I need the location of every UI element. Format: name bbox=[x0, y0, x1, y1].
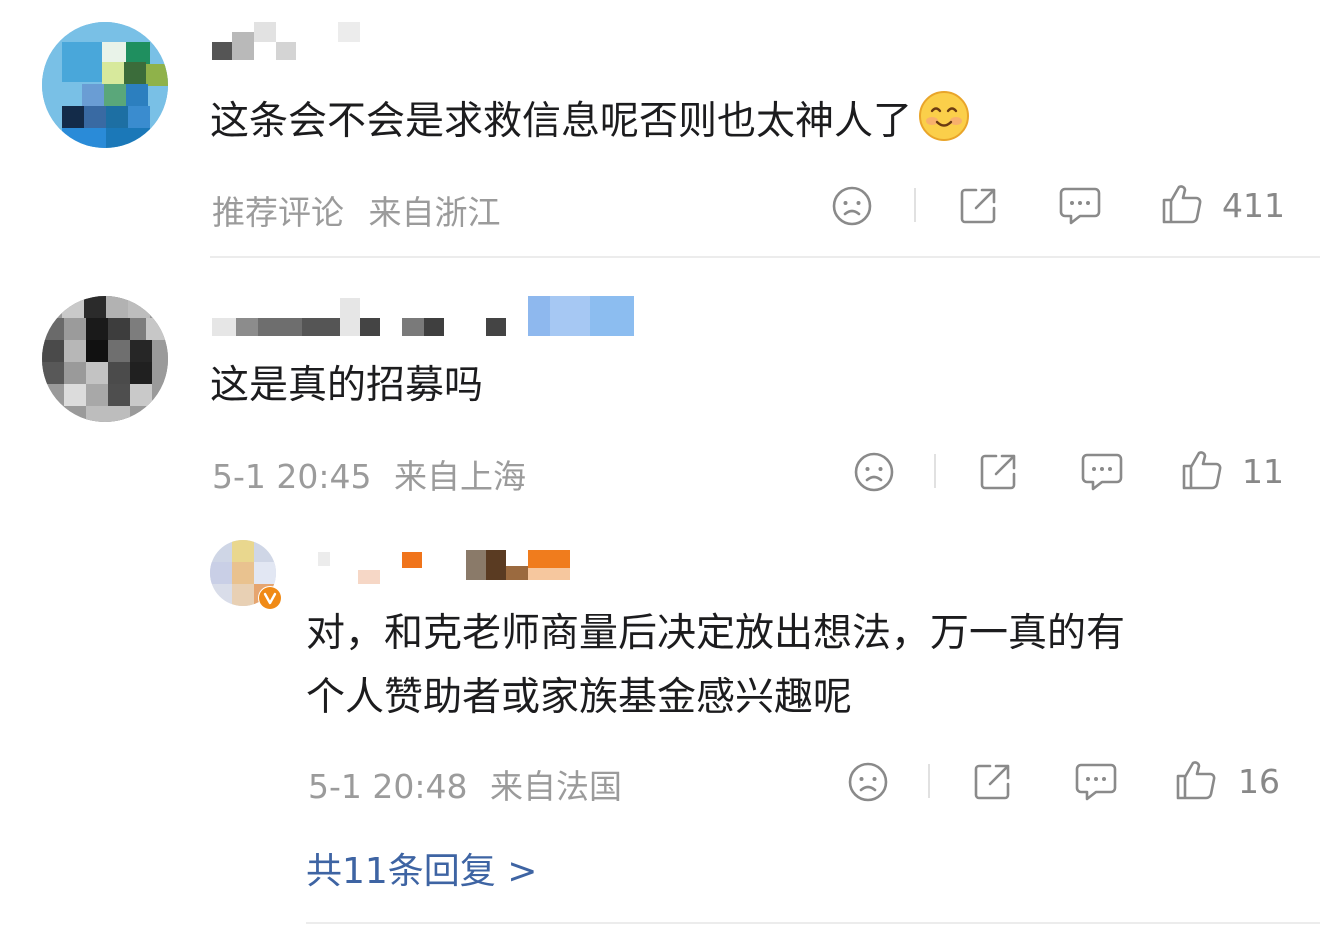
divider bbox=[306, 922, 1320, 924]
location: 来自上海 bbox=[394, 457, 526, 496]
like-icon[interactable] bbox=[1160, 182, 1204, 226]
like-count: 411 bbox=[1222, 186, 1285, 225]
comment-icon[interactable] bbox=[1080, 452, 1124, 492]
timestamp: 5-1 20:48 bbox=[308, 767, 468, 806]
share-icon[interactable] bbox=[956, 184, 1000, 228]
reply-text-line1: 对，和克老师商量后决定放出想法，万一真的有 bbox=[306, 611, 1126, 656]
reply-meta: 5-1 20:48 来自法国 bbox=[308, 760, 622, 808]
separator bbox=[928, 764, 930, 798]
share-icon[interactable] bbox=[970, 760, 1014, 804]
comment-icon[interactable] bbox=[1058, 186, 1102, 226]
recommended-tag: 推荐评论 bbox=[212, 193, 344, 232]
timestamp: 5-1 20:45 bbox=[212, 457, 372, 496]
view-all-replies-link[interactable]: 共11条回复 > bbox=[306, 842, 537, 894]
separator bbox=[934, 454, 936, 488]
like-icon[interactable] bbox=[1174, 758, 1218, 802]
comment-meta: 推荐评论 来自浙江 bbox=[212, 186, 501, 234]
reply-text-line2: 个人赞助者或家族基金感兴趣呢 bbox=[306, 675, 853, 720]
share-icon[interactable] bbox=[976, 450, 1020, 494]
separator bbox=[914, 188, 916, 222]
like-icon[interactable] bbox=[1180, 448, 1224, 492]
comment-text: 这条会不会是求救信息呢否则也太神人了 bbox=[210, 90, 970, 154]
comment-icon[interactable] bbox=[1074, 762, 1118, 802]
smile-emoji-icon bbox=[919, 91, 970, 141]
location: 来自法国 bbox=[490, 767, 622, 806]
avatar[interactable] bbox=[42, 296, 168, 422]
comment-text: 这是真的招募吗 bbox=[210, 363, 484, 408]
location: 来自浙江 bbox=[368, 193, 501, 232]
dislike-icon[interactable] bbox=[830, 184, 874, 228]
comment-text-content: 这条会不会是求救信息呢否则也太神人了 bbox=[210, 99, 913, 144]
like-count: 11 bbox=[1242, 452, 1284, 491]
comment-meta: 5-1 20:45 来自上海 bbox=[212, 450, 526, 498]
dislike-icon[interactable] bbox=[846, 760, 890, 804]
avatar[interactable] bbox=[42, 22, 168, 148]
verified-badge-icon bbox=[258, 586, 282, 610]
divider bbox=[210, 256, 1320, 258]
like-count: 16 bbox=[1238, 762, 1280, 801]
dislike-icon[interactable] bbox=[852, 450, 896, 494]
